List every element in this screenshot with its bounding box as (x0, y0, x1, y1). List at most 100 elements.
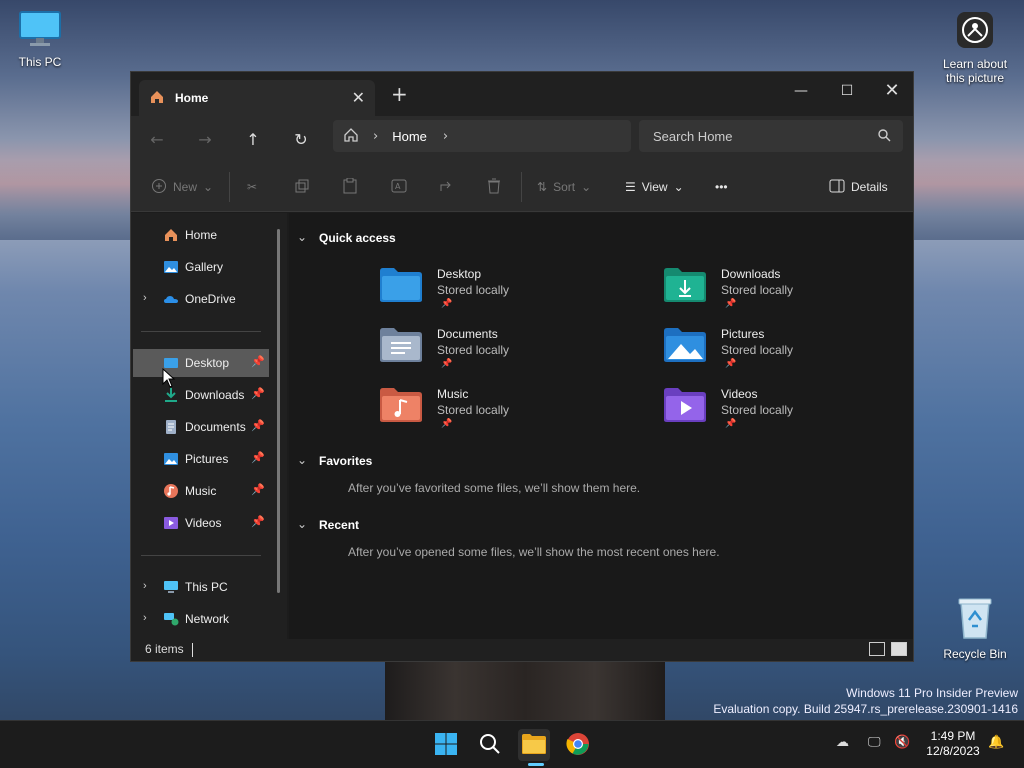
videos-folder-icon (663, 387, 707, 423)
delete-button[interactable] (487, 176, 501, 198)
rename-button[interactable]: A (391, 176, 407, 198)
quick-access-header[interactable]: ⌄ Quick access (297, 230, 396, 245)
folder-music[interactable]: Music Stored locally 📌 (379, 387, 619, 443)
tab-home[interactable]: Home ✕ (139, 80, 375, 116)
folder-downloads[interactable]: Downloads Stored locally 📌 (663, 267, 903, 323)
chevron-down-icon[interactable]: ⌄ (297, 453, 307, 467)
view-label: View (641, 180, 668, 194)
folder-pictures[interactable]: Pictures Stored locally 📌 (663, 327, 903, 383)
search-input[interactable]: Search Home (639, 120, 903, 152)
sidebar-item-downloads[interactable]: Downloads 📌 (133, 381, 269, 409)
folder-status: Stored locally (721, 283, 794, 297)
cut-button[interactable]: ✂ (247, 176, 257, 198)
refresh-button[interactable]: ↻ (285, 124, 317, 156)
sidebar-item-desktop[interactable]: Desktop 📌 (133, 349, 269, 377)
chevron-right-icon[interactable]: › (143, 292, 147, 304)
close-window-button[interactable]: ✕ (876, 78, 908, 104)
new-button[interactable]: New ⌄ (151, 176, 213, 198)
folder-videos[interactable]: Videos Stored locally 📌 (663, 387, 903, 443)
sidebar-item-label: OneDrive (185, 292, 236, 306)
close-tab-icon[interactable]: ✕ (352, 88, 365, 107)
start-button[interactable] (430, 729, 462, 761)
details-button[interactable]: Details (829, 176, 888, 198)
desktop-icon-learn-about-picture[interactable]: Learn about this picture (935, 10, 1015, 85)
file-explorer-taskbar-button[interactable] (518, 729, 550, 761)
share-button[interactable] (439, 176, 455, 198)
chrome-taskbar-button[interactable] (562, 729, 594, 761)
status-divider (192, 643, 193, 657)
up-button[interactable]: ↑ (237, 124, 269, 156)
desktop-icon-recycle-bin[interactable]: Recycle Bin (935, 596, 1015, 661)
chevron-right-icon[interactable]: › (143, 580, 147, 592)
sidebar-item-home[interactable]: Home (133, 221, 269, 249)
pin-icon[interactable]: 📌 (251, 419, 265, 432)
view-button[interactable]: ☰ View ⌄ (625, 176, 684, 198)
sidebar-item-this-pc[interactable]: › This PC (133, 573, 269, 601)
search-icon (479, 733, 501, 758)
network-icon[interactable]: 🖵 (868, 735, 881, 750)
pin-icon: 📌 (441, 299, 453, 309)
view-icon: ☰ (625, 180, 636, 194)
desktop-icon-label: Recycle Bin (943, 647, 1007, 661)
desktop-icon-label: This PC (18, 55, 62, 69)
folder-name: Downloads (721, 267, 781, 281)
maximize-button[interactable]: ☐ (831, 78, 863, 104)
back-button[interactable]: ← (141, 124, 173, 156)
address-bar[interactable]: › Home › (333, 120, 631, 152)
command-bar: New ⌄ ✂ A ⇅ Sort ⌄ ☰ View ⌄ ••• Details (131, 162, 913, 212)
paste-button[interactable] (343, 176, 357, 198)
clipboard-icon (343, 177, 357, 197)
chevron-down-icon[interactable]: ⌄ (297, 517, 307, 531)
pin-icon[interactable]: 📌 (251, 355, 265, 368)
volume-muted-icon[interactable]: 🔇 (894, 735, 910, 750)
chevron-right-icon[interactable]: › (143, 612, 147, 624)
notification-bell-icon[interactable]: 🔔 (988, 735, 1004, 750)
sidebar-item-documents[interactable]: Documents 📌 (133, 413, 269, 441)
pin-icon[interactable]: 📌 (251, 515, 265, 528)
folder-icon (521, 733, 547, 758)
sidebar-item-videos[interactable]: Videos 📌 (133, 509, 269, 537)
pin-icon[interactable]: 📌 (251, 387, 265, 400)
sidebar-item-gallery[interactable]: Gallery (133, 253, 269, 281)
navigation-pane-scrollbar[interactable] (277, 229, 280, 593)
chevron-down-icon[interactable]: ⌄ (297, 230, 307, 244)
title-bar[interactable]: Home ✕ + — ☐ ✕ (131, 72, 913, 116)
sidebar-item-onedrive[interactable]: › OneDrive (133, 285, 269, 313)
copy-icon (295, 179, 309, 196)
more-options-button[interactable]: ••• (715, 176, 728, 198)
section-title: Quick access (319, 231, 396, 245)
sidebar-item-label: Pictures (185, 452, 229, 466)
system-clock[interactable]: 1:49 PM 12/8/2023 (920, 729, 986, 759)
folder-desktop[interactable]: Desktop Stored locally 📌 (379, 267, 619, 323)
forward-button[interactable]: → (189, 124, 221, 156)
pin-icon[interactable]: 📌 (251, 451, 265, 464)
new-tab-button[interactable]: + (391, 82, 408, 106)
chevron-right-icon[interactable]: › (443, 129, 448, 144)
desktop-icon-this-pc[interactable]: This PC (0, 10, 80, 69)
pin-icon[interactable]: 📌 (251, 483, 265, 496)
desktop-icon-label: Learn about this picture (942, 57, 1008, 85)
recent-header[interactable]: ⌄ Recent (297, 517, 360, 532)
folder-documents[interactable]: Documents Stored locally 📌 (379, 327, 619, 383)
picture-icon (163, 451, 179, 467)
share-icon (439, 179, 455, 196)
documents-folder-icon (379, 327, 423, 363)
camera-icon (935, 10, 1015, 53)
sort-button[interactable]: ⇅ Sort ⌄ (537, 176, 591, 198)
breadcrumb[interactable]: Home (392, 129, 427, 144)
minimize-button[interactable]: — (785, 78, 817, 104)
sidebar-item-network[interactable]: › Network (133, 605, 269, 633)
cloud-offline-icon[interactable]: ☁ (836, 735, 849, 750)
search-button[interactable] (474, 729, 506, 761)
section-title: Recent (319, 518, 360, 532)
sidebar-item-pictures[interactable]: Pictures 📌 (133, 445, 269, 473)
folder-name: Desktop (437, 267, 482, 281)
gallery-icon (163, 259, 179, 275)
favorites-header[interactable]: ⌄ Favorites (297, 453, 372, 468)
copy-button[interactable] (295, 176, 309, 198)
tiles-view-toggle-icon[interactable] (891, 642, 907, 656)
details-view-toggle-icon[interactable] (869, 642, 885, 656)
item-count: 6 items (145, 642, 184, 656)
status-bar: 6 items (131, 639, 913, 661)
sidebar-item-music[interactable]: Music 📌 (133, 477, 269, 505)
